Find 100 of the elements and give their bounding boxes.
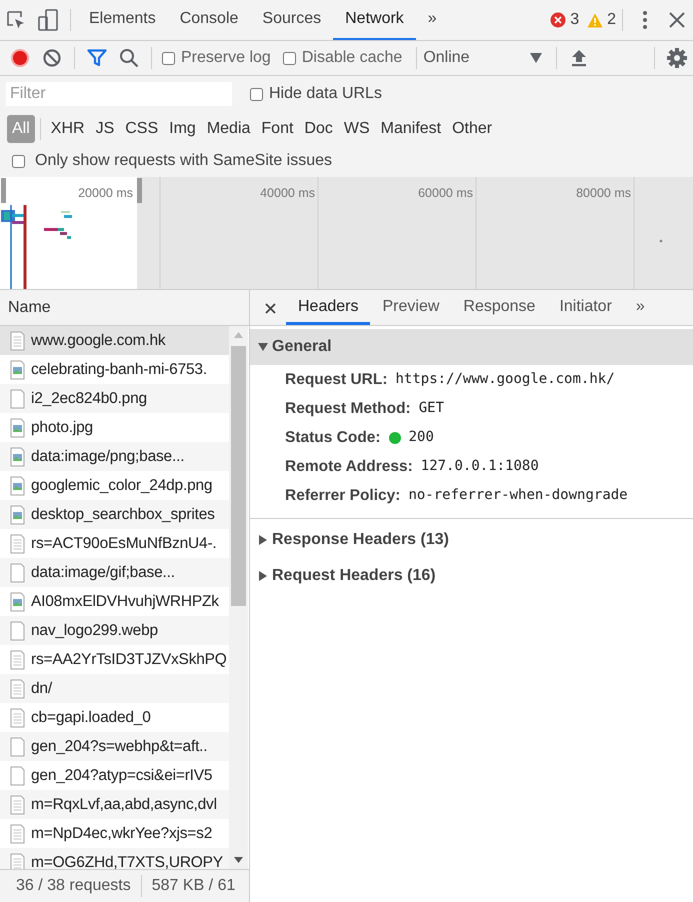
request-row[interactable]: desktop_searchbox_sprites [0,500,229,529]
file-icon [10,388,25,408]
request-name: nav_logo299.webp [31,620,158,641]
request-row[interactable]: m=NpD4ec,wkrYee?xjs=s2 [0,819,229,848]
document-icon [10,824,25,844]
checkbox-label: Only show requests with SameSite issues [35,151,332,171]
checkbox[interactable] [282,52,296,64]
image-icon [10,476,25,496]
section-header[interactable]: General [250,329,693,365]
range-handle[interactable] [1,178,6,203]
section-header[interactable]: Request Headers (16) [250,558,693,594]
error-icon [550,12,566,28]
field-value: no-referrer-when-downgrade [408,486,628,505]
request-row[interactable]: photo.jpg [0,413,229,442]
selection-window[interactable] [0,177,137,289]
more-tabs-button[interactable]: » [624,291,657,325]
field-label: Remote Address: [285,456,413,477]
type-filter[interactable]: XHR [46,114,90,142]
type-filter[interactable]: Doc [299,114,338,142]
request-row[interactable]: googlemic_color_24dp.png [0,471,229,500]
request-name: googlemic_color_24dp.png [31,476,212,496]
request-row[interactable]: data:image/gif;base... [0,558,229,587]
section-header[interactable]: Response Headers (13) [250,522,693,558]
checkbox-label: Hide data URLs [269,84,382,104]
document-icon [10,794,25,814]
status-text: 587 KB / 61 [152,876,236,896]
expanded-triangle-icon [258,342,268,352]
record-icon [10,48,30,68]
request-dot [660,240,662,242]
type-filter[interactable]: JS [90,114,120,142]
request-name: rs=ACT90oEsMuNfBznU4-. [31,534,217,554]
detail-tab[interactable]: Headers [286,291,370,325]
document-icon [10,708,25,728]
request-row[interactable]: gen_204?atyp=csi&ei=rIV5 [0,761,229,790]
field-label: Referrer Policy: [285,486,400,506]
more-tabs-button[interactable]: » [416,0,449,40]
tick-label: 40000 ms [260,186,315,200]
detail-tab[interactable]: Initiator [547,291,624,325]
request-row[interactable]: celebrating-banh-mi-6753. [0,355,229,384]
tick-label: 20000 ms [78,186,133,200]
field-value: 200 [408,428,434,447]
panel-tab[interactable]: Console [168,0,250,40]
image-icon [10,592,25,612]
request-row[interactable]: i2_2ec824b0.png [0,384,229,413]
request-row[interactable]: AI08mxElDVHvuhjWRHPZk [0,587,229,616]
checkbox[interactable] [162,52,175,64]
scrollbar[interactable] [229,326,248,869]
request-row[interactable]: gen_204?s=webhp&t=aft.. [0,732,229,761]
field-value: 127.0.0.1:1080 [420,457,539,476]
request-name: i2_2ec824b0.png [31,388,147,409]
request-row[interactable]: rs=ACT90oEsMuNfBznU4-. [0,529,229,558]
panel-tab[interactable]: Elements [77,0,168,40]
request-row[interactable]: data:image/png;base... [0,442,229,471]
type-filter[interactable]: WS [338,114,375,142]
collapsed-triangle-icon [258,571,268,581]
collapsed-triangle-icon [258,535,268,545]
section-title: Request Headers (16) [272,566,436,586]
scroll-thumb[interactable] [231,346,246,606]
filter-field[interactable]: Filter [6,82,232,106]
field-label: Request Method: [285,398,411,419]
scroll-down-icon[interactable] [234,857,243,863]
detail-tab[interactable]: Preview [370,291,452,325]
request-row[interactable]: m=OG6ZHd,T7XTS,UROPY [0,848,229,869]
file-icon [10,766,25,786]
checkbox-label: Disable cache [302,48,402,68]
file-icon [10,620,25,640]
request-name: cb=gapi.loaded_0 [31,708,151,728]
type-filter[interactable]: Other [447,114,498,142]
request-name: gen_204?atyp=csi&ei=rIV5 [31,766,212,786]
request-row[interactable]: dn/ [0,674,229,703]
document-icon [10,330,25,350]
request-name: m=OG6ZHd,T7XTS,UROPY [31,852,223,869]
image-icon [10,418,25,438]
tick-label: 80000 ms [576,186,631,200]
request-row[interactable]: m=RqxLvf,aa,abd,async,dvl [0,790,229,819]
throttling-dropdown[interactable]: Online [423,43,550,73]
checkbox[interactable] [12,154,25,168]
request-name: data:image/gif;base... [31,562,175,583]
type-filter[interactable]: Media [202,114,256,142]
checkbox[interactable] [250,88,263,100]
file-icon [10,736,25,756]
type-filter[interactable]: Img [164,114,201,142]
type-filter[interactable]: Manifest [376,114,446,142]
request-name: photo.jpg [31,418,93,438]
request-row[interactable]: rs=AA2YrTsID3TJZVxSkhPQ [0,645,229,674]
column-header[interactable]: Name [0,290,249,326]
caret-icon [530,53,542,63]
type-filter[interactable]: CSS [120,114,164,142]
type-filter[interactable]: Font [256,114,298,142]
detail-tab[interactable]: Response [451,291,548,325]
request-name: data:image/png;base... [31,446,184,467]
range-handle[interactable] [137,178,142,203]
panel-tab[interactable]: Sources [250,0,334,40]
request-row[interactable]: cb=gapi.loaded_0 [0,703,229,732]
request-name: m=NpD4ec,wkrYee?xjs=s2 [31,824,212,844]
section-title: Response Headers (13) [272,530,449,550]
request-row[interactable]: nav_logo299.webp [0,616,229,645]
request-row[interactable]: www.google.com.hk [0,326,229,355]
image-icon [10,360,25,380]
request-name: AI08mxElDVHvuhjWRHPZk [31,592,219,612]
